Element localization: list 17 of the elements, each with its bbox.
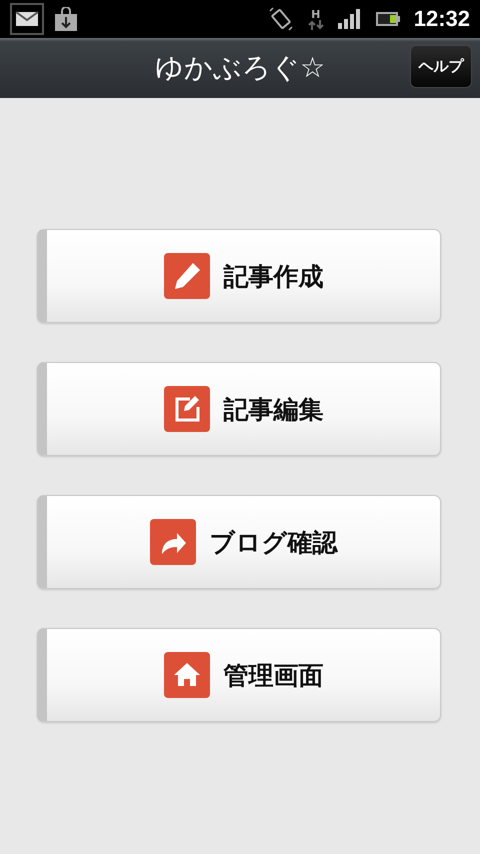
signal-icon: [338, 9, 362, 29]
menu-button[interactable]: ブログ確認: [37, 495, 441, 589]
menu-button[interactable]: 記事編集: [37, 362, 441, 456]
menu-button[interactable]: 記事作成: [37, 229, 441, 323]
edit-icon: [164, 386, 210, 432]
home-icon: [164, 652, 210, 698]
mail-icon: [10, 3, 44, 35]
pencil-icon: [164, 253, 210, 299]
vibrate-icon: [268, 7, 294, 31]
menu-button[interactable]: 管理画面: [37, 628, 441, 722]
battery-icon: [376, 12, 400, 26]
data-arrows-icon: [308, 20, 324, 30]
clock-time: 12:32: [414, 6, 470, 32]
app-title: ゆかぶろぐ☆: [154, 50, 326, 86]
download-icon: [54, 7, 78, 31]
help-button[interactable]: ヘルプ: [410, 45, 472, 88]
network-type-label: H: [311, 8, 320, 20]
